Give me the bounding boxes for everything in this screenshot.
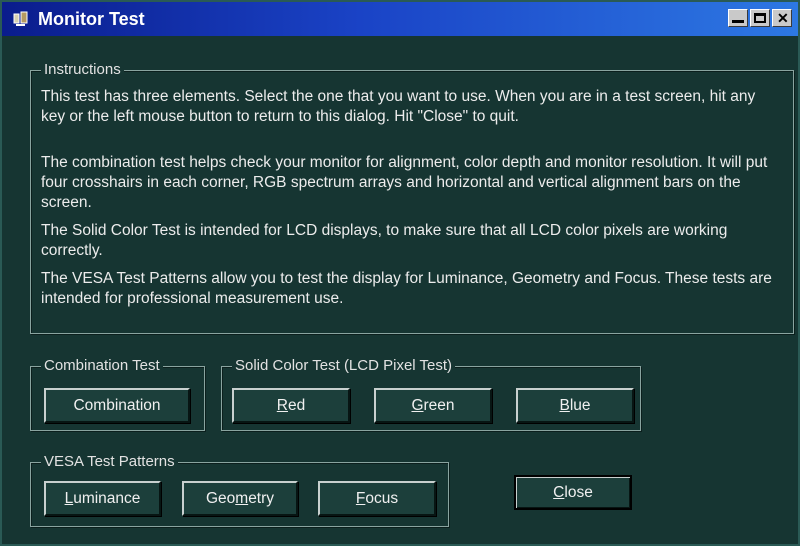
- close-button[interactable]: Close: [514, 475, 632, 510]
- minimize-icon: [732, 20, 744, 23]
- instructions-text: This test has three elements. Select the…: [41, 87, 783, 317]
- vesa-test-patterns-legend: VESA Test Patterns: [41, 453, 178, 470]
- focus-button[interactable]: Focus: [318, 481, 436, 516]
- blue-button-label: Blue: [559, 396, 591, 414]
- green-button-label: Green: [411, 396, 455, 414]
- minimize-button[interactable]: [728, 9, 748, 27]
- close-button-label: Close: [553, 483, 593, 501]
- instructions-paragraph: The combination test helps check your mo…: [41, 154, 768, 211]
- instructions-legend: Instructions: [41, 61, 124, 78]
- instructions-paragraph: The Solid Color Test is intended for LCD…: [41, 222, 728, 259]
- focus-button-label: Focus: [355, 489, 399, 507]
- geometry-button[interactable]: Geometry: [182, 481, 298, 516]
- instructions-paragraph: The VESA Test Patterns allow you to test…: [41, 270, 772, 307]
- green-button[interactable]: Green: [374, 388, 492, 423]
- red-button[interactable]: Red: [232, 388, 350, 423]
- instructions-paragraph: This test has three elements. Select the…: [41, 88, 756, 125]
- combination-button-label: Combination: [73, 396, 161, 414]
- close-window-button[interactable]: ✕: [772, 9, 792, 27]
- blue-button[interactable]: Blue: [516, 388, 634, 423]
- luminance-button[interactable]: Luminance: [44, 481, 161, 516]
- monitor-test-app-icon: [10, 8, 32, 30]
- solid-color-test-legend: Solid Color Test (LCD Pixel Test): [232, 357, 456, 374]
- combination-button[interactable]: Combination: [44, 388, 190, 423]
- title-bar[interactable]: Monitor Test ✕: [2, 2, 798, 36]
- geometry-button-label: Geometry: [205, 489, 275, 507]
- luminance-button-label: Luminance: [64, 489, 141, 507]
- monitor-test-dialog: Monitor Test ✕ Instructions This test ha…: [0, 0, 800, 546]
- window-title: Monitor Test: [38, 8, 145, 29]
- combination-test-legend: Combination Test: [41, 357, 163, 374]
- red-button-label: Red: [276, 396, 306, 414]
- maximize-button[interactable]: [750, 9, 770, 27]
- instructions-group: Instructions This test has three element…: [30, 61, 794, 334]
- window-controls: ✕: [728, 9, 792, 27]
- close-icon: ✕: [777, 10, 789, 26]
- maximize-icon: [754, 13, 766, 23]
